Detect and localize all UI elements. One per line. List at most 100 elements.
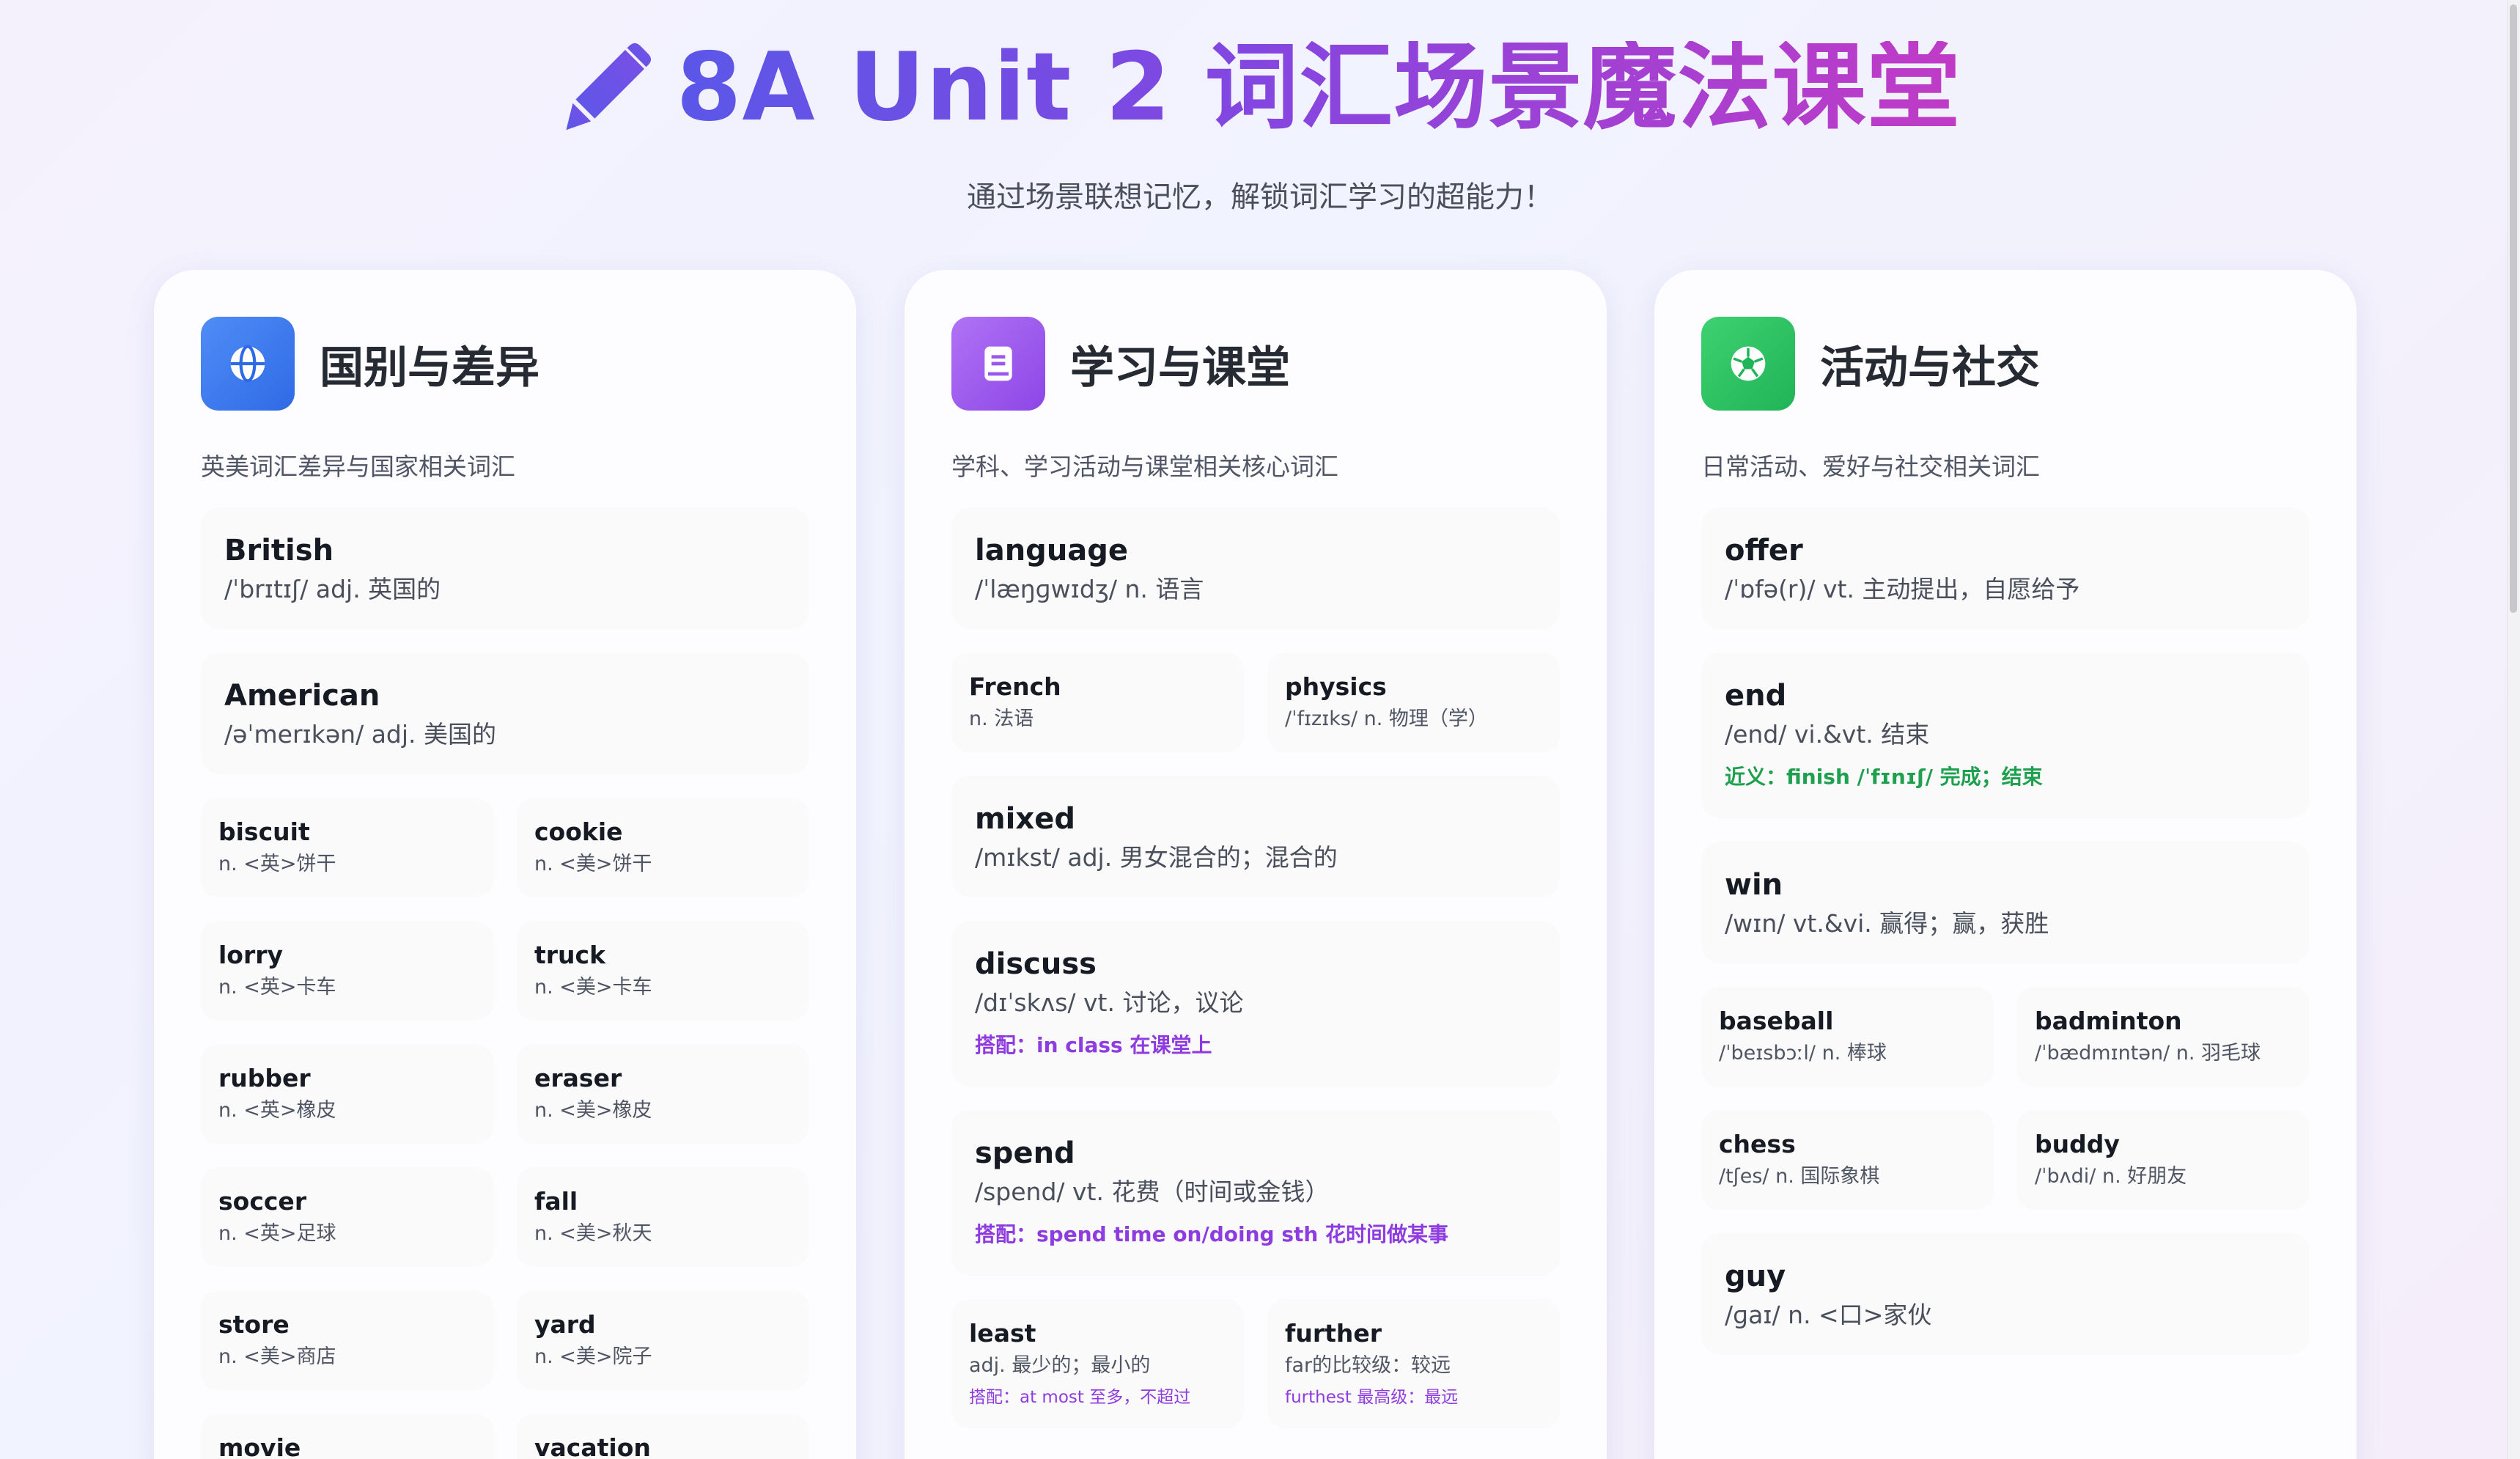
synonym-note: 近义：finish /ˈfɪnɪʃ/ 完成；结束 (1725, 765, 2043, 789)
word: truck (534, 941, 606, 969)
column-title: 学习与课堂 (1070, 342, 1290, 394)
word-card-small[interactable]: store n. <美>商店 (201, 1290, 493, 1390)
word-card-small[interactable]: cookie n. <美>饼干 (517, 798, 809, 897)
word-pair-row: biscuit n. <英>饼干 cookie n. <美>饼干 (201, 798, 809, 897)
pencil-icon (566, 43, 652, 131)
word-card-small[interactable]: fall n. <美>秋天 (517, 1167, 809, 1267)
word: win (1725, 868, 1783, 902)
word-definition: /ɡaɪ/ n. <口>家伙 (1725, 1301, 1932, 1329)
word: movie (218, 1433, 301, 1459)
word-definition: n. <美>院子 (534, 1345, 652, 1368)
word-definition: /ˈbʌdi/ n. 好朋友 (2035, 1165, 2187, 1188)
word-definition: /tʃes/ n. 国际象棋 (1719, 1165, 1880, 1188)
word-pair-row: movie vacation (201, 1414, 809, 1459)
word-definition: /ˈɒfə(r)/ vt. 主动提出，自愿给予 (1725, 575, 2080, 603)
word-card-small[interactable]: soccer n. <英>足球 (201, 1167, 493, 1267)
title-row: 8A Unit 2 词汇场景魔法课堂 (559, 29, 1961, 147)
word-definition: adj. 最少的；最小的 (969, 1354, 1151, 1377)
word: vacation (534, 1433, 651, 1459)
collocation-note: 搭配：spend time on/doing sth 花时间做某事 (975, 1222, 1449, 1246)
word-card[interactable]: mixed /mɪkst/ adj. 男女混合的；混合的 (951, 776, 1560, 897)
globe-icon (201, 317, 295, 411)
word-card-small[interactable]: buddy /ˈbʌdi/ n. 好朋友 (2017, 1110, 2310, 1210)
word-definition: /mɪkst/ adj. 男女混合的；混合的 (975, 843, 1338, 872)
word-card[interactable]: discuss /dɪˈskʌs/ vt. 讨论，议论 搭配：in class … (951, 921, 1560, 1087)
word: mixed (975, 802, 1075, 836)
word: guy (1725, 1260, 1786, 1293)
word: lorry (218, 941, 284, 969)
word-pair-row: French n. 法语 physics /ˈfɪzɪks/ n. 物理（学） (951, 653, 1560, 752)
word-card-small[interactable]: movie (201, 1414, 493, 1459)
word-definition: n. <美>商店 (218, 1345, 336, 1368)
category-column-activities: 活动与社交 日常活动、爱好与社交相关词汇 offer /ˈɒfə(r)/ vt.… (1654, 270, 2357, 1459)
word-card-small[interactable]: physics /ˈfɪzɪks/ n. 物理（学） (1267, 653, 1560, 752)
word: badminton (2035, 1007, 2182, 1035)
word-card[interactable]: British /ˈbrɪtɪʃ/ adj. 英国的 (201, 507, 809, 629)
category-column-study: 学习与课堂 学科、学习活动与课堂相关核心词汇 language /ˈlæŋɡwɪ… (905, 270, 1607, 1459)
collocation-note: 搭配：at most 至多，不超过 (969, 1388, 1191, 1407)
word-pair-row: store n. <美>商店 yard n. <美>院子 (201, 1290, 809, 1390)
word-card[interactable]: American /əˈmerɪkən/ adj. 美国的 (201, 653, 809, 774)
word-card-list: offer /ˈɒfə(r)/ vt. 主动提出，自愿给予 end /end/ … (1701, 507, 2310, 1355)
word: language (975, 534, 1129, 567)
word-card[interactable]: guy /ɡaɪ/ n. <口>家伙 (1701, 1233, 2310, 1355)
word-card-small[interactable]: French n. 法语 (951, 653, 1244, 752)
word-pair-row: lorry n. <英>卡车 truck n. <美>卡车 (201, 921, 809, 1021)
word-card[interactable]: offer /ˈɒfə(r)/ vt. 主动提出，自愿给予 (1701, 507, 2310, 629)
column-title: 活动与社交 (1820, 342, 2040, 394)
word-card-small[interactable]: truck n. <美>卡车 (517, 921, 809, 1021)
word-pair-row: chess /tʃes/ n. 国际象棋 buddy /ˈbʌdi/ n. 好朋… (1701, 1110, 2310, 1210)
word: biscuit (218, 817, 310, 846)
word: chess (1719, 1130, 1796, 1158)
word-card-small[interactable]: lorry n. <英>卡车 (201, 921, 493, 1021)
column-header: 学习与课堂 (951, 317, 1560, 411)
word: discuss (975, 947, 1097, 981)
word-pair-row: rubber n. <英>橡皮 eraser n. <美>橡皮 (201, 1044, 809, 1144)
word-card-small[interactable]: vacation (517, 1414, 809, 1459)
vertical-scrollbar[interactable] (2507, 0, 2520, 1459)
word-card-small[interactable]: biscuit n. <英>饼干 (201, 798, 493, 897)
word-definition: n. <英>足球 (218, 1222, 336, 1245)
column-header: 活动与社交 (1701, 317, 2310, 411)
word-card-small[interactable]: rubber n. <英>橡皮 (201, 1044, 493, 1144)
word-card[interactable]: end /end/ vi.&vt. 结束 近义：finish /ˈfɪnɪʃ/ … (1701, 653, 2310, 818)
word: physics (1285, 672, 1387, 701)
word-definition: n. <英>饼干 (218, 853, 336, 875)
word-card-small[interactable]: yard n. <美>院子 (517, 1290, 809, 1390)
word-definition: /ˈbrɪtɪʃ/ adj. 英国的 (224, 575, 441, 603)
page-subtitle: 通过场景联想记忆，解锁词汇学习的超能力！ (967, 180, 1553, 214)
word: end (1725, 679, 1787, 713)
word: spend (975, 1136, 1075, 1170)
word-definition: /spend/ vt. 花费（时间或金钱） (975, 1177, 1330, 1206)
word: offer (1725, 534, 1803, 567)
page-header: 8A Unit 2 词汇场景魔法课堂 通过场景联想记忆，解锁词汇学习的超能力！ (0, 29, 2520, 216)
word-card-small[interactable]: chess /tʃes/ n. 国际象棋 (1701, 1110, 1994, 1210)
word: soccer (218, 1187, 307, 1216)
word-pair-row: soccer n. <英>足球 fall n. <美>秋天 (201, 1167, 809, 1267)
category-column-countries: 国别与差异 英美词汇差异与国家相关词汇 British /ˈbrɪtɪʃ/ ad… (154, 270, 856, 1459)
word-definition: n. <美>饼干 (534, 853, 652, 875)
word-definition: far的比较级：较远 (1285, 1354, 1451, 1377)
soccer-ball-icon (1701, 317, 1795, 411)
column-description: 学科、学习活动与课堂相关核心词汇 (951, 452, 1338, 481)
word: fall (534, 1187, 578, 1216)
word-card[interactable]: language /ˈlæŋɡwɪdʒ/ n. 语言 (951, 507, 1560, 629)
word-definition: n. <英>卡车 (218, 976, 336, 999)
word-card-small[interactable]: badminton /ˈbædmɪntən/ n. 羽毛球 (2017, 987, 2310, 1087)
word-card[interactable]: win /wɪn/ vt.&vi. 赢得；赢，获胜 (1701, 842, 2310, 963)
word: buddy (2035, 1130, 2120, 1158)
word-card-small[interactable]: further far的比较级：较远 furthest 最高级：最远 (1267, 1299, 1560, 1428)
word: American (224, 679, 380, 713)
word-card-small[interactable]: least adj. 最少的；最小的 搭配：at most 至多，不超过 (951, 1299, 1244, 1428)
word: baseball (1719, 1007, 1834, 1035)
scrollbar-thumb[interactable] (2510, 4, 2517, 613)
word-definition: n. <美>橡皮 (534, 1099, 652, 1122)
word-card[interactable]: spend /spend/ vt. 花费（时间或金钱） 搭配：spend tim… (951, 1110, 1560, 1276)
word-card-small[interactable]: baseball /ˈbeɪsbɔːl/ n. 棒球 (1701, 987, 1994, 1087)
column-description: 日常活动、爱好与社交相关词汇 (1701, 452, 2040, 481)
word-card-small[interactable]: eraser n. <美>橡皮 (517, 1044, 809, 1144)
word: British (224, 534, 334, 567)
word: French (969, 672, 1061, 701)
word-card-list: language /ˈlæŋɡwɪdʒ/ n. 语言 French n. 法语 … (951, 507, 1560, 1428)
column-description: 英美词汇差异与国家相关词汇 (201, 452, 515, 481)
